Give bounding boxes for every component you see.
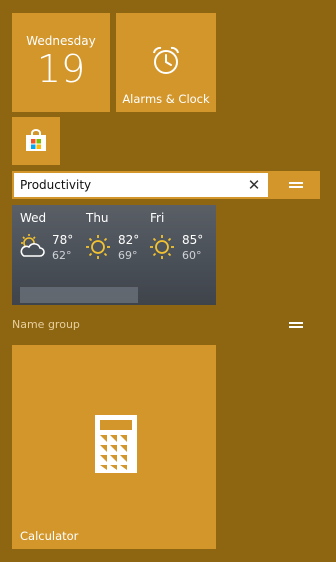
sun-icon — [150, 235, 174, 259]
group-drag-handle[interactable] — [281, 318, 311, 334]
weather-day-name: Fri — [150, 211, 165, 225]
group-name-input[interactable] — [14, 173, 240, 197]
calculator-tile[interactable]: Calculator — [12, 345, 216, 549]
weather-location-bar — [20, 287, 138, 303]
calendar-date: 19 — [36, 47, 86, 91]
weather-low: 69° — [118, 249, 138, 262]
group-drag-handle[interactable] — [281, 177, 311, 193]
weather-low: 62° — [52, 249, 72, 262]
store-tile[interactable] — [12, 117, 60, 165]
calculator-label: Calculator — [20, 529, 79, 543]
weather-high: 78° — [52, 233, 74, 247]
calculator-icon — [95, 415, 137, 473]
weather-day-name: Wed — [20, 211, 47, 225]
weather-high: 85° — [182, 233, 204, 247]
weather-tile[interactable]: Wed 78° 62° Thu 82° 69° Fri 85° 60° — [12, 205, 216, 305]
alarms-clock-tile[interactable]: Alarms & Clock — [116, 13, 216, 112]
weather-day-name: Thu — [86, 211, 109, 225]
weather-high: 82° — [118, 233, 140, 247]
alarms-clock-label: Alarms & Clock — [122, 92, 210, 106]
weather-low: 60° — [182, 249, 202, 262]
alarm-clock-icon — [153, 46, 179, 74]
group-name-label[interactable]: Name group — [12, 318, 80, 331]
sun-icon — [86, 235, 110, 259]
close-icon[interactable]: ✕ — [246, 177, 262, 193]
calendar-tile[interactable]: Wednesday 19 — [12, 13, 110, 112]
store-bag-icon — [26, 129, 46, 151]
group-name-field[interactable]: ✕ — [12, 171, 270, 199]
partly-cloudy-icon — [20, 234, 45, 257]
